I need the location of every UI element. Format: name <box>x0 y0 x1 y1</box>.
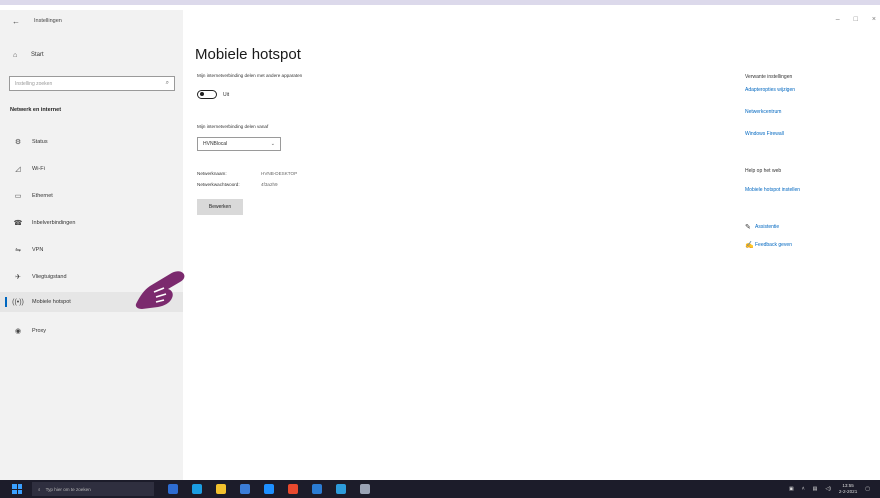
hotspot-icon: ((•)) <box>12 298 24 306</box>
sidebar-item-label: Wi-Fi <box>32 166 45 172</box>
settings-window: ← Instellingen ⌂ Start Instelling zoeken… <box>0 0 880 485</box>
airplane-icon: ✈ <box>15 274 21 281</box>
hotspot-toggle[interactable] <box>197 90 217 99</box>
pointing-hand-icon <box>135 271 185 309</box>
sidebar-item-vpn[interactable]: ⇋ VPN <box>0 240 183 260</box>
sidebar-item-label: Mobiele hotspot <box>32 299 71 305</box>
clock-date: 2-2-2021 <box>838 488 858 494</box>
toggle-state-text: Uit <box>223 92 230 98</box>
mail-icon[interactable] <box>264 484 274 494</box>
sidebar-item-label: Status <box>32 139 48 145</box>
word-icon[interactable] <box>312 484 322 494</box>
search-placeholder: Instelling zoeken <box>15 80 53 87</box>
adapter-options-link[interactable]: Adapteropties wijzigen <box>745 87 795 93</box>
taskbar-search-placeholder: Typ hier om te zoeken <box>45 486 91 492</box>
system-tray: ▣ ˄ ▤ ◁) 13:55 2-2-2021 ▢ <box>789 483 870 494</box>
minimize-icon[interactable]: – <box>836 16 840 23</box>
back-arrow-icon[interactable]: ← <box>12 17 22 26</box>
maximize-icon[interactable]: □ <box>854 16 858 23</box>
home-icon: ⌂ <box>13 51 18 59</box>
firewall-link[interactable]: Windows Firewall <box>745 131 784 137</box>
feedback-label: Feedback geven <box>755 242 792 248</box>
sidebar-item-proxy[interactable]: ◉ Proxy <box>0 321 183 341</box>
sidebar-item-dialup[interactable]: ☎ Inbelverbindingen <box>0 213 183 233</box>
related-heading: Verwante instellingen <box>745 74 793 80</box>
share-label: Mijn internetverbinding delen met andere… <box>197 73 303 78</box>
sidebar-item-label: VPN <box>32 247 44 253</box>
network-name-row: Netwerknaam: HVNB-DESKTOP <box>197 171 297 176</box>
network-name-label: Netwerknaam: <box>197 171 227 176</box>
sidebar-item-status[interactable]: ⚙ Status <box>0 132 183 152</box>
feedback-icon: ✍ <box>745 242 754 249</box>
windows-start-icon[interactable] <box>12 484 22 494</box>
network-password-row: Netwerkwachtwoord: 4f3a2h9 <box>197 182 278 187</box>
sidebar-item-ethernet[interactable]: ▭ Ethernet <box>0 186 183 206</box>
sidebar: ← Instellingen ⌂ Start Instelling zoeken… <box>0 10 185 485</box>
volume-icon[interactable]: ◁) <box>825 486 831 492</box>
network-center-link[interactable]: Netwerkcentrum <box>745 109 781 115</box>
network-password-label: Netwerkwachtwoord: <box>197 182 240 187</box>
network-icon[interactable]: ▤ <box>813 486 818 492</box>
sidebar-item-start[interactable]: ⌂ Start <box>0 48 183 62</box>
dialup-icon: ☎ <box>13 220 23 227</box>
select-value: HVNBlocal <box>203 141 228 147</box>
taskbar-search-input[interactable]: ⌕ Typ hier om te zoeken <box>32 482 154 496</box>
sidebar-item-label: Inbelverbindingen <box>32 220 76 226</box>
edge-icon[interactable] <box>192 484 202 494</box>
store-icon[interactable] <box>240 484 250 494</box>
sidebar-item-label: Proxy <box>32 328 47 334</box>
clock[interactable]: 13:55 2-2-2021 <box>839 483 857 494</box>
chevron-up-icon[interactable]: ˄ <box>802 486 805 492</box>
sidebar-item-label: Vliegtuigstand <box>32 274 67 280</box>
search-icon: ⌕ <box>165 80 169 86</box>
notifications-icon[interactable]: ▢ <box>865 486 870 492</box>
app-title: Instellingen <box>34 18 62 24</box>
app-icon[interactable] <box>336 484 346 494</box>
ethernet-icon: ▭ <box>14 193 22 200</box>
sidebar-item-label: Ethernet <box>32 193 53 199</box>
help-chat-icon: ✎ <box>745 224 751 231</box>
chevron-down-icon: ⌄ <box>270 141 275 147</box>
get-help-label: Assistentie <box>755 224 780 230</box>
search-icon: ⌕ <box>38 486 41 492</box>
settings-app-icon[interactable] <box>360 484 370 494</box>
task-view-icon[interactable] <box>168 484 178 494</box>
main-content: – □ × Mobiele hotspot Mijn internetverbi… <box>183 10 880 485</box>
network-name-value: HVNB-DESKTOP <box>261 171 298 176</box>
sidebar-item-label: Start <box>31 52 44 58</box>
section-title: Netwerk en internet <box>10 107 62 113</box>
page-title: Mobiele hotspot <box>195 46 301 63</box>
share-from-label: Mijn internetverbinding delen vanaf <box>197 124 269 129</box>
network-password-value: 4f3a2h9 <box>261 182 278 187</box>
close-icon[interactable]: × <box>872 16 876 23</box>
taskbar: ⌕ Typ hier om te zoeken ▣ ˄ ▤ ◁) 13:55 2… <box>0 480 880 498</box>
share-from-select[interactable]: HVNBlocal ⌄ <box>197 137 281 151</box>
hotspot-help-link[interactable]: Mobiele hotspot instellen <box>745 187 800 193</box>
settings-search-input[interactable]: Instelling zoeken ⌕ <box>9 76 175 91</box>
globe-icon: ◉ <box>14 328 22 335</box>
tray-icon[interactable]: ▣ <box>789 486 794 492</box>
chrome-icon[interactable] <box>288 484 298 494</box>
wifi-icon: ◿ <box>15 166 21 173</box>
web-help-heading: Help op het web <box>745 168 782 174</box>
file-explorer-icon[interactable] <box>216 484 226 494</box>
feedback-link[interactable]: ✍ Feedback geven <box>745 241 792 249</box>
vpn-icon: ⇋ <box>15 247 21 254</box>
get-help-link[interactable]: ✎ Assistentie <box>745 223 779 231</box>
sidebar-item-wifi[interactable]: ◿ Wi-Fi <box>0 159 183 179</box>
status-icon: ⚙ <box>14 139 22 146</box>
toggle-knob <box>200 92 204 97</box>
window-controls: – □ × <box>836 16 876 23</box>
title-bar: ← Instellingen <box>0 10 183 32</box>
edit-button[interactable]: Bewerken <box>197 199 243 215</box>
